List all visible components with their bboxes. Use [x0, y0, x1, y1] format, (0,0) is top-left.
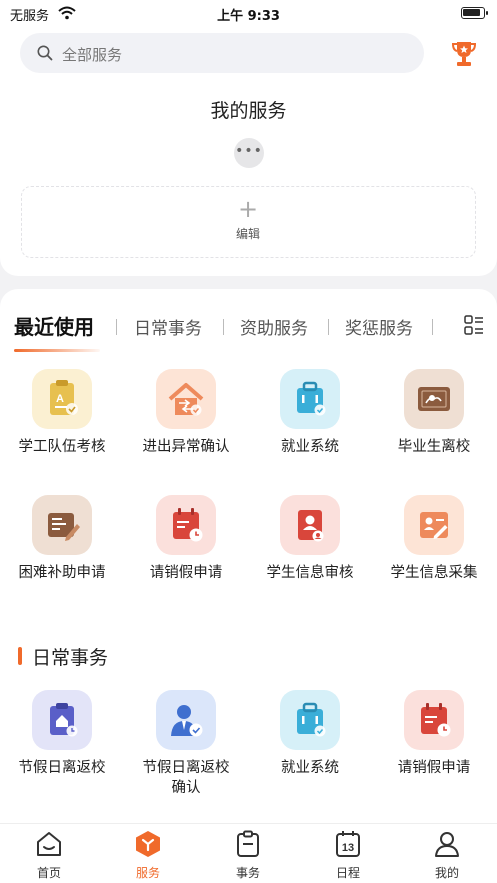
- battery-icon: [461, 7, 488, 19]
- service-label: 就业系统: [281, 760, 339, 776]
- service-tile[interactable]: 进出异常确认: [124, 369, 248, 469]
- tab-daily[interactable]: 日常事务: [134, 314, 202, 339]
- tabbar-label: 事务: [235, 866, 260, 880]
- services-card: 最近使用 日常事务 资助服务 奖惩服务 A 学工队伍考核 进出异常确认 就业系统: [0, 289, 497, 829]
- service-label: 困难补助申请: [18, 565, 106, 581]
- tabbar-mine[interactable]: 我的: [417, 830, 477, 882]
- service-tile[interactable]: 请销假申请: [372, 690, 496, 790]
- search-bar[interactable]: 全部服务: [20, 33, 424, 73]
- tabbar-label: 服务: [135, 866, 160, 880]
- briefcase-icon: [280, 369, 340, 429]
- service-tile[interactable]: 困难补助申请: [0, 495, 124, 595]
- section-marker: [18, 647, 22, 665]
- tab-divider: [432, 319, 433, 335]
- person-check-icon: [156, 690, 216, 750]
- tab-divider: [223, 319, 224, 335]
- id-card-edit-icon: [404, 495, 464, 555]
- tab-recent[interactable]: 最近使用: [14, 311, 94, 340]
- service-tile[interactable]: 学生信息审核: [248, 495, 372, 595]
- my-services-panel: 全部服务 我的服务 ••• + 编辑: [0, 26, 497, 276]
- plus-icon: +: [237, 195, 259, 223]
- tabbar-label: 首页: [36, 866, 61, 880]
- house-arrow-icon: [156, 369, 216, 429]
- tabbar-label: 我的: [434, 866, 459, 880]
- service-tile[interactable]: A 学工队伍考核: [0, 369, 124, 469]
- service-tile[interactable]: 节假日离返校: [0, 690, 124, 790]
- calendar-date: 13: [342, 842, 354, 854]
- search-placeholder: 全部服务: [62, 46, 123, 64]
- calendar-icon: 13: [336, 831, 360, 857]
- tab-rewards[interactable]: 奖惩服务: [345, 314, 413, 339]
- svg-text:A: A: [56, 393, 64, 405]
- tabbar-service[interactable]: 服务: [118, 830, 178, 882]
- calendar-clock-icon: [404, 690, 464, 750]
- service-tile[interactable]: 请销假申请: [124, 495, 248, 595]
- my-services-title: 我的服务: [210, 100, 287, 122]
- clipboard-icon: [237, 830, 259, 857]
- trophy-icon[interactable]: [451, 40, 477, 68]
- edit-label: 编辑: [235, 227, 260, 241]
- edit-services-box[interactable]: + 编辑: [21, 186, 476, 258]
- service-label: 进出异常确认: [142, 439, 230, 455]
- service-label: 就业系统: [281, 439, 339, 455]
- more-button[interactable]: •••: [234, 138, 264, 168]
- service-cube-icon: [136, 831, 160, 857]
- category-list-icon[interactable]: [464, 315, 484, 335]
- clipboard-home-icon: [32, 690, 92, 750]
- category-tabs: 最近使用 日常事务 资助服务 奖惩服务: [14, 311, 484, 341]
- service-tile[interactable]: 毕业生离校: [372, 369, 496, 469]
- service-tile[interactable]: 就业系统: [248, 369, 372, 469]
- tabbar-schedule[interactable]: 13 日程: [318, 830, 378, 882]
- service-label: 节假日离返校: [18, 760, 106, 776]
- tab-aid[interactable]: 资助服务: [240, 314, 308, 339]
- service-tile[interactable]: 节假日离返校 确认: [124, 690, 248, 796]
- service-label: 毕业生离校: [397, 439, 471, 455]
- calendar-clock-icon: [156, 495, 216, 555]
- form-pen-icon: [32, 495, 92, 555]
- search-icon: [37, 45, 53, 61]
- tab-divider: [328, 319, 329, 335]
- certificate-icon: [404, 369, 464, 429]
- service-label: 学生信息审核: [266, 565, 354, 581]
- tabbar-label: 日程: [335, 866, 360, 880]
- service-label: 学工队伍考核: [18, 439, 106, 455]
- tab-divider: [116, 319, 117, 335]
- bottom-tab-bar: 首页 服务 事务 13 日程 我的: [0, 823, 497, 883]
- status-bar: 无服务 上午 9:33: [0, 0, 497, 26]
- tabbar-home[interactable]: 首页: [19, 830, 79, 882]
- user-icon: [435, 832, 459, 857]
- briefcase-icon: [280, 690, 340, 750]
- service-tile[interactable]: 就业系统: [248, 690, 372, 790]
- active-tab-indicator: [14, 349, 100, 352]
- clipboard-grade-icon: A: [32, 369, 92, 429]
- id-card-check-icon: [280, 495, 340, 555]
- service-label: 请销假申请: [397, 760, 471, 776]
- clock-time: 上午 9:33: [217, 9, 280, 24]
- section-title-daily: 日常事务: [32, 647, 109, 669]
- service-label: 请销假申请: [149, 565, 223, 581]
- service-tile[interactable]: 学生信息采集: [372, 495, 496, 595]
- service-label: 学生信息采集: [390, 565, 478, 581]
- service-label: 节假日离返校 确认: [142, 760, 230, 796]
- home-icon: [37, 832, 61, 856]
- tabbar-affairs[interactable]: 事务: [218, 830, 278, 882]
